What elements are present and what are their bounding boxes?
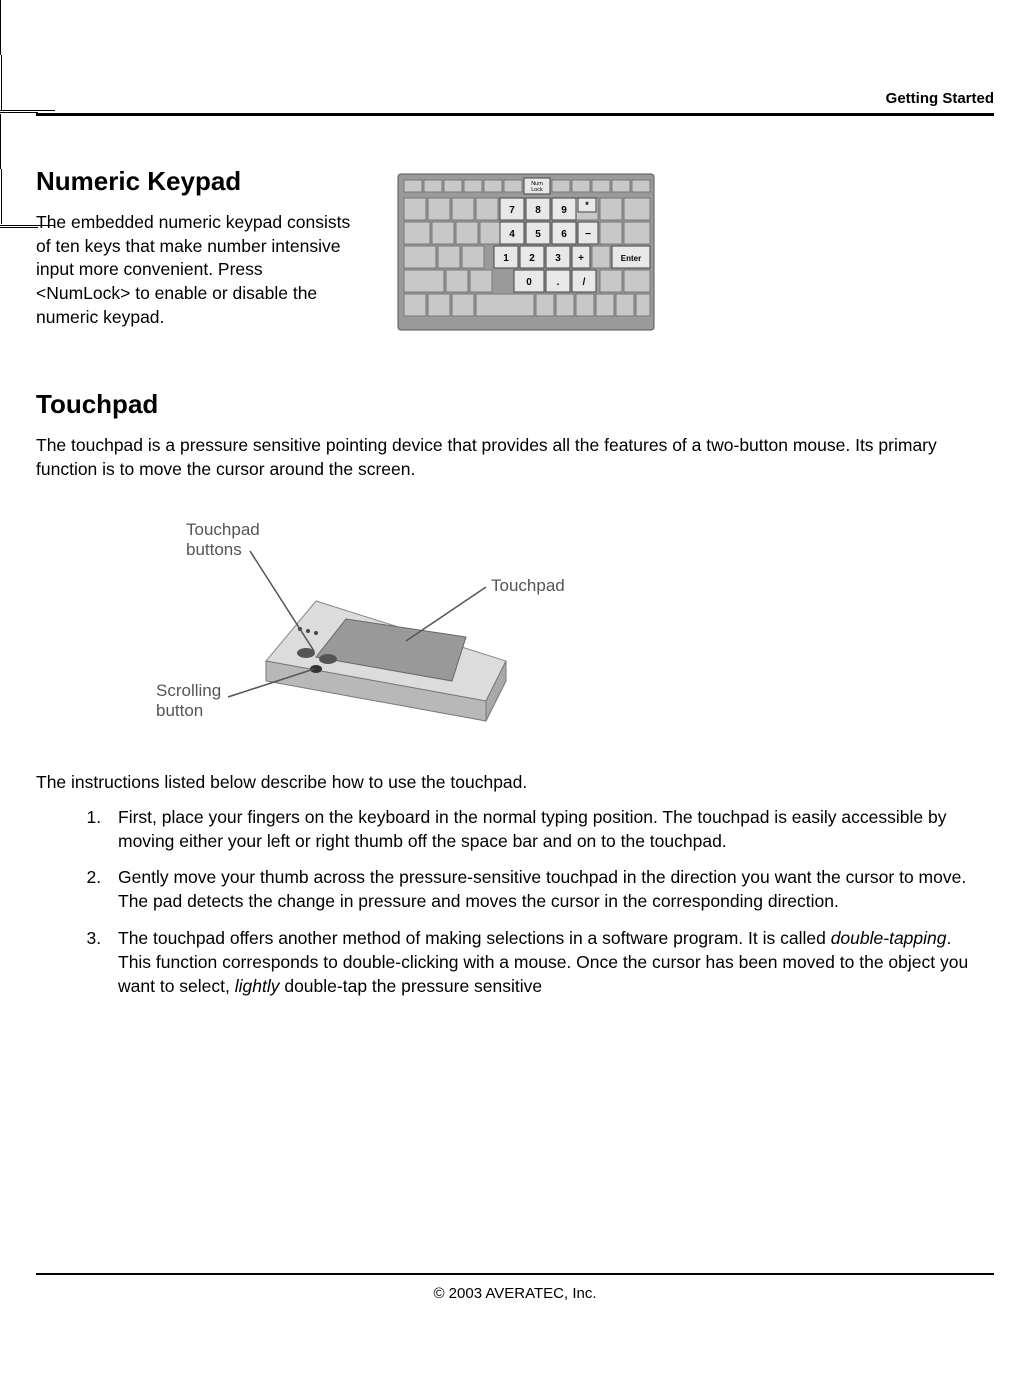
touchpad-figure: Touchpad buttons Touchpad Scrolling butt… — [136, 511, 994, 741]
svg-text:+: + — [578, 253, 584, 264]
svg-text:Enter: Enter — [621, 254, 641, 263]
svg-text:button: button — [156, 701, 203, 720]
touchpad-label: Touchpad — [491, 576, 565, 595]
header-rule — [36, 113, 994, 116]
touchpad-step-3: The touchpad offers another method of ma… — [106, 926, 984, 998]
svg-text:*: * — [585, 200, 589, 210]
numeric-keypad-figure: Num Lock 789* 456− 123+ 0./ Enter — [396, 172, 656, 339]
footer-copyright: © 2003 AVERATEC, Inc. — [36, 1285, 994, 1302]
svg-text:Lock: Lock — [531, 187, 543, 193]
svg-text:0: 0 — [526, 277, 532, 288]
svg-text:2: 2 — [529, 253, 535, 264]
svg-text:−: − — [585, 229, 591, 240]
svg-text:3: 3 — [555, 253, 561, 264]
svg-text:9: 9 — [561, 205, 567, 216]
numeric-keypad-heading: Numeric Keypad — [36, 166, 356, 197]
svg-text:4: 4 — [509, 229, 515, 240]
svg-text:6: 6 — [561, 229, 567, 240]
touchpad-instructions-lead: The instructions listed below describe h… — [36, 771, 994, 795]
svg-text:1: 1 — [503, 253, 509, 264]
touchpad-steps: First, place your fingers on the keyboar… — [106, 805, 984, 998]
svg-text:buttons: buttons — [186, 540, 242, 559]
numeric-keypad-body: The embedded numeric keypad consists of … — [36, 211, 356, 329]
footer-rule — [36, 1273, 994, 1275]
svg-text:8: 8 — [535, 205, 541, 216]
touchpad-buttons-label: Touchpad — [186, 520, 260, 539]
svg-text:/: / — [583, 277, 586, 288]
svg-text:5: 5 — [535, 229, 541, 240]
scrolling-button-label: Scrolling — [156, 681, 221, 700]
touchpad-intro: The touchpad is a pressure sensitive poi… — [36, 434, 994, 481]
svg-text:.: . — [557, 277, 560, 288]
touchpad-heading: Touchpad — [36, 389, 994, 420]
touchpad-step-1: First, place your fingers on the keyboar… — [106, 805, 984, 853]
touchpad-step-2: Gently move your thumb across the pressu… — [106, 865, 984, 913]
svg-text:7: 7 — [509, 205, 515, 216]
header-breadcrumb: Getting Started — [36, 90, 994, 107]
